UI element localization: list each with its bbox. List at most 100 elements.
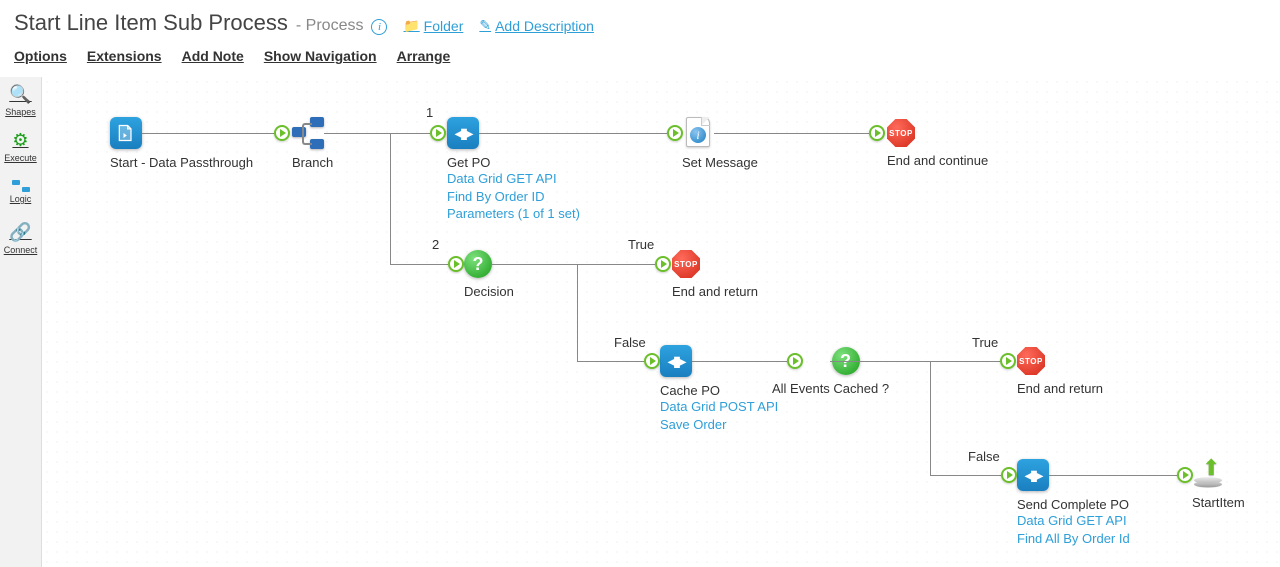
- palette-shapes-label: Shapes: [5, 107, 36, 117]
- path-label-true: True: [972, 335, 998, 350]
- branch-icon: [292, 117, 324, 149]
- connector-line: [390, 133, 391, 264]
- palette-sidebar: Shapes Execute Logic Connect: [0, 77, 42, 567]
- branch-label-2: 2: [432, 237, 439, 252]
- page-subtype: - Process: [296, 17, 364, 35]
- info-icon[interactable]: i: [371, 19, 387, 35]
- shape-decision[interactable]: ? Decision: [464, 250, 514, 299]
- menu-arrange[interactable]: Arrange: [397, 48, 451, 64]
- palette-logic[interactable]: Logic: [0, 169, 41, 215]
- logic-icon: [12, 180, 30, 192]
- connector-arrow[interactable]: [667, 125, 683, 141]
- shape-all-events[interactable]: ? All Events Cached ?: [802, 347, 889, 396]
- shape-start-label: Start - Data Passthrough: [110, 155, 253, 170]
- connector-line: [479, 133, 667, 134]
- connector-arrow[interactable]: [869, 125, 885, 141]
- shape-decision-label: Decision: [464, 284, 514, 299]
- palette-execute-label: Execute: [4, 153, 37, 163]
- get-po-link-1[interactable]: Find By Order ID: [447, 188, 580, 206]
- connector-arrow[interactable]: [787, 353, 803, 369]
- connector-line: [324, 133, 430, 134]
- shape-end-return-1-label: End and return: [672, 284, 758, 299]
- shape-end-return-2[interactable]: STOP End and return: [1017, 347, 1103, 396]
- connector-arrow[interactable]: [655, 256, 671, 272]
- menu-options[interactable]: Options: [14, 48, 67, 64]
- page-title: Start Line Item Sub Process: [14, 10, 288, 36]
- menu-add-note[interactable]: Add Note: [182, 48, 244, 64]
- palette-logic-label: Logic: [10, 194, 32, 204]
- shape-end-return-2-label: End and return: [1017, 381, 1103, 396]
- cache-po-link-0[interactable]: Data Grid POST API: [660, 398, 778, 416]
- shape-all-events-label: All Events Cached ?: [772, 381, 889, 396]
- shape-cache-po[interactable]: ◂▮▸ Cache PO Data Grid POST API Save Ord…: [660, 345, 778, 433]
- get-po-link-0[interactable]: Data Grid GET API: [447, 170, 580, 188]
- menu-extensions[interactable]: Extensions: [87, 48, 162, 64]
- stop-icon: STOP: [887, 119, 915, 147]
- folder-link-label: Folder: [424, 18, 464, 34]
- path-label-false: False: [614, 335, 646, 350]
- shape-get-po-label: Get PO: [447, 155, 580, 170]
- path-label-true: True: [628, 237, 654, 252]
- shape-set-message[interactable]: i Set Message: [682, 117, 758, 170]
- connector-line: [142, 133, 274, 134]
- shape-cache-po-label: Cache PO: [660, 383, 778, 398]
- execute-icon: [12, 130, 28, 151]
- connector-arrow[interactable]: [644, 353, 660, 369]
- connector-line: [1049, 475, 1177, 476]
- connector-line: [577, 361, 644, 362]
- shape-end-continue[interactable]: STOP End and continue: [887, 119, 988, 168]
- palette-connect[interactable]: Connect: [0, 215, 41, 261]
- shape-start[interactable]: Start - Data Passthrough: [110, 117, 253, 170]
- shape-send-po[interactable]: ◂▮▸ Send Complete PO Data Grid GET API F…: [1017, 459, 1130, 547]
- header: Start Line Item Sub Process - Process i …: [0, 0, 1280, 40]
- connector-line: [492, 264, 655, 265]
- send-po-link-1[interactable]: Find All By Order Id: [1017, 530, 1130, 548]
- shape-branch-label: Branch: [292, 155, 333, 170]
- branch-label-1: 1: [426, 105, 433, 120]
- add-description-label: Add Description: [495, 18, 594, 34]
- connector-line: [930, 475, 1001, 476]
- connector-line: [692, 361, 787, 362]
- add-description-link[interactable]: Add Description: [479, 17, 594, 34]
- decision-icon: ?: [464, 250, 492, 278]
- shape-set-message-label: Set Message: [682, 155, 758, 170]
- stop-icon: STOP: [672, 250, 700, 278]
- message-icon: i: [682, 117, 714, 149]
- menu-show-navigation[interactable]: Show Navigation: [264, 48, 377, 64]
- path-label-false: False: [968, 449, 1000, 464]
- stop-icon: STOP: [1017, 347, 1045, 375]
- connector-arrow[interactable]: [1000, 353, 1016, 369]
- shape-send-po-label: Send Complete PO: [1017, 497, 1130, 512]
- shape-end-continue-label: End and continue: [887, 153, 988, 168]
- connector-arrow[interactable]: [274, 125, 290, 141]
- connector-arrow[interactable]: [1177, 467, 1193, 483]
- shape-start-item[interactable]: ⬆ StartItem: [1192, 457, 1245, 510]
- connector-icon: ◂▮▸: [447, 117, 479, 149]
- palette-execute[interactable]: Execute: [0, 123, 41, 169]
- folder-link[interactable]: Folder: [403, 17, 463, 34]
- menu-bar: Options Extensions Add Note Show Navigat…: [0, 40, 1280, 74]
- palette-connect-label: Connect: [4, 245, 38, 255]
- connector-line: [577, 264, 578, 361]
- process-canvas[interactable]: Start - Data Passthrough Branch ◂▮▸ Get …: [42, 77, 1280, 567]
- connector-arrow[interactable]: [430, 125, 446, 141]
- palette-shapes[interactable]: Shapes: [0, 77, 41, 123]
- connector-line: [390, 264, 448, 265]
- shape-end-return-1[interactable]: STOP End and return: [672, 250, 758, 299]
- connector-arrow[interactable]: [448, 256, 464, 272]
- start-item-icon: ⬆: [1192, 457, 1224, 489]
- connector-arrow[interactable]: [1001, 467, 1017, 483]
- send-po-link-0[interactable]: Data Grid GET API: [1017, 512, 1130, 530]
- get-po-link-2[interactable]: Parameters (1 of 1 set): [447, 205, 580, 223]
- connector-line: [830, 361, 1000, 362]
- start-icon: [110, 117, 142, 149]
- connector-line: [930, 361, 931, 475]
- connector-icon: ◂▮▸: [660, 345, 692, 377]
- pencil-icon: [479, 17, 491, 34]
- cache-po-link-1[interactable]: Save Order: [660, 416, 778, 434]
- shape-start-item-label: StartItem: [1192, 495, 1245, 510]
- search-icon: [9, 84, 31, 105]
- folder-icon: [403, 17, 419, 34]
- shape-branch[interactable]: Branch: [292, 117, 333, 170]
- connect-icon: [9, 222, 31, 243]
